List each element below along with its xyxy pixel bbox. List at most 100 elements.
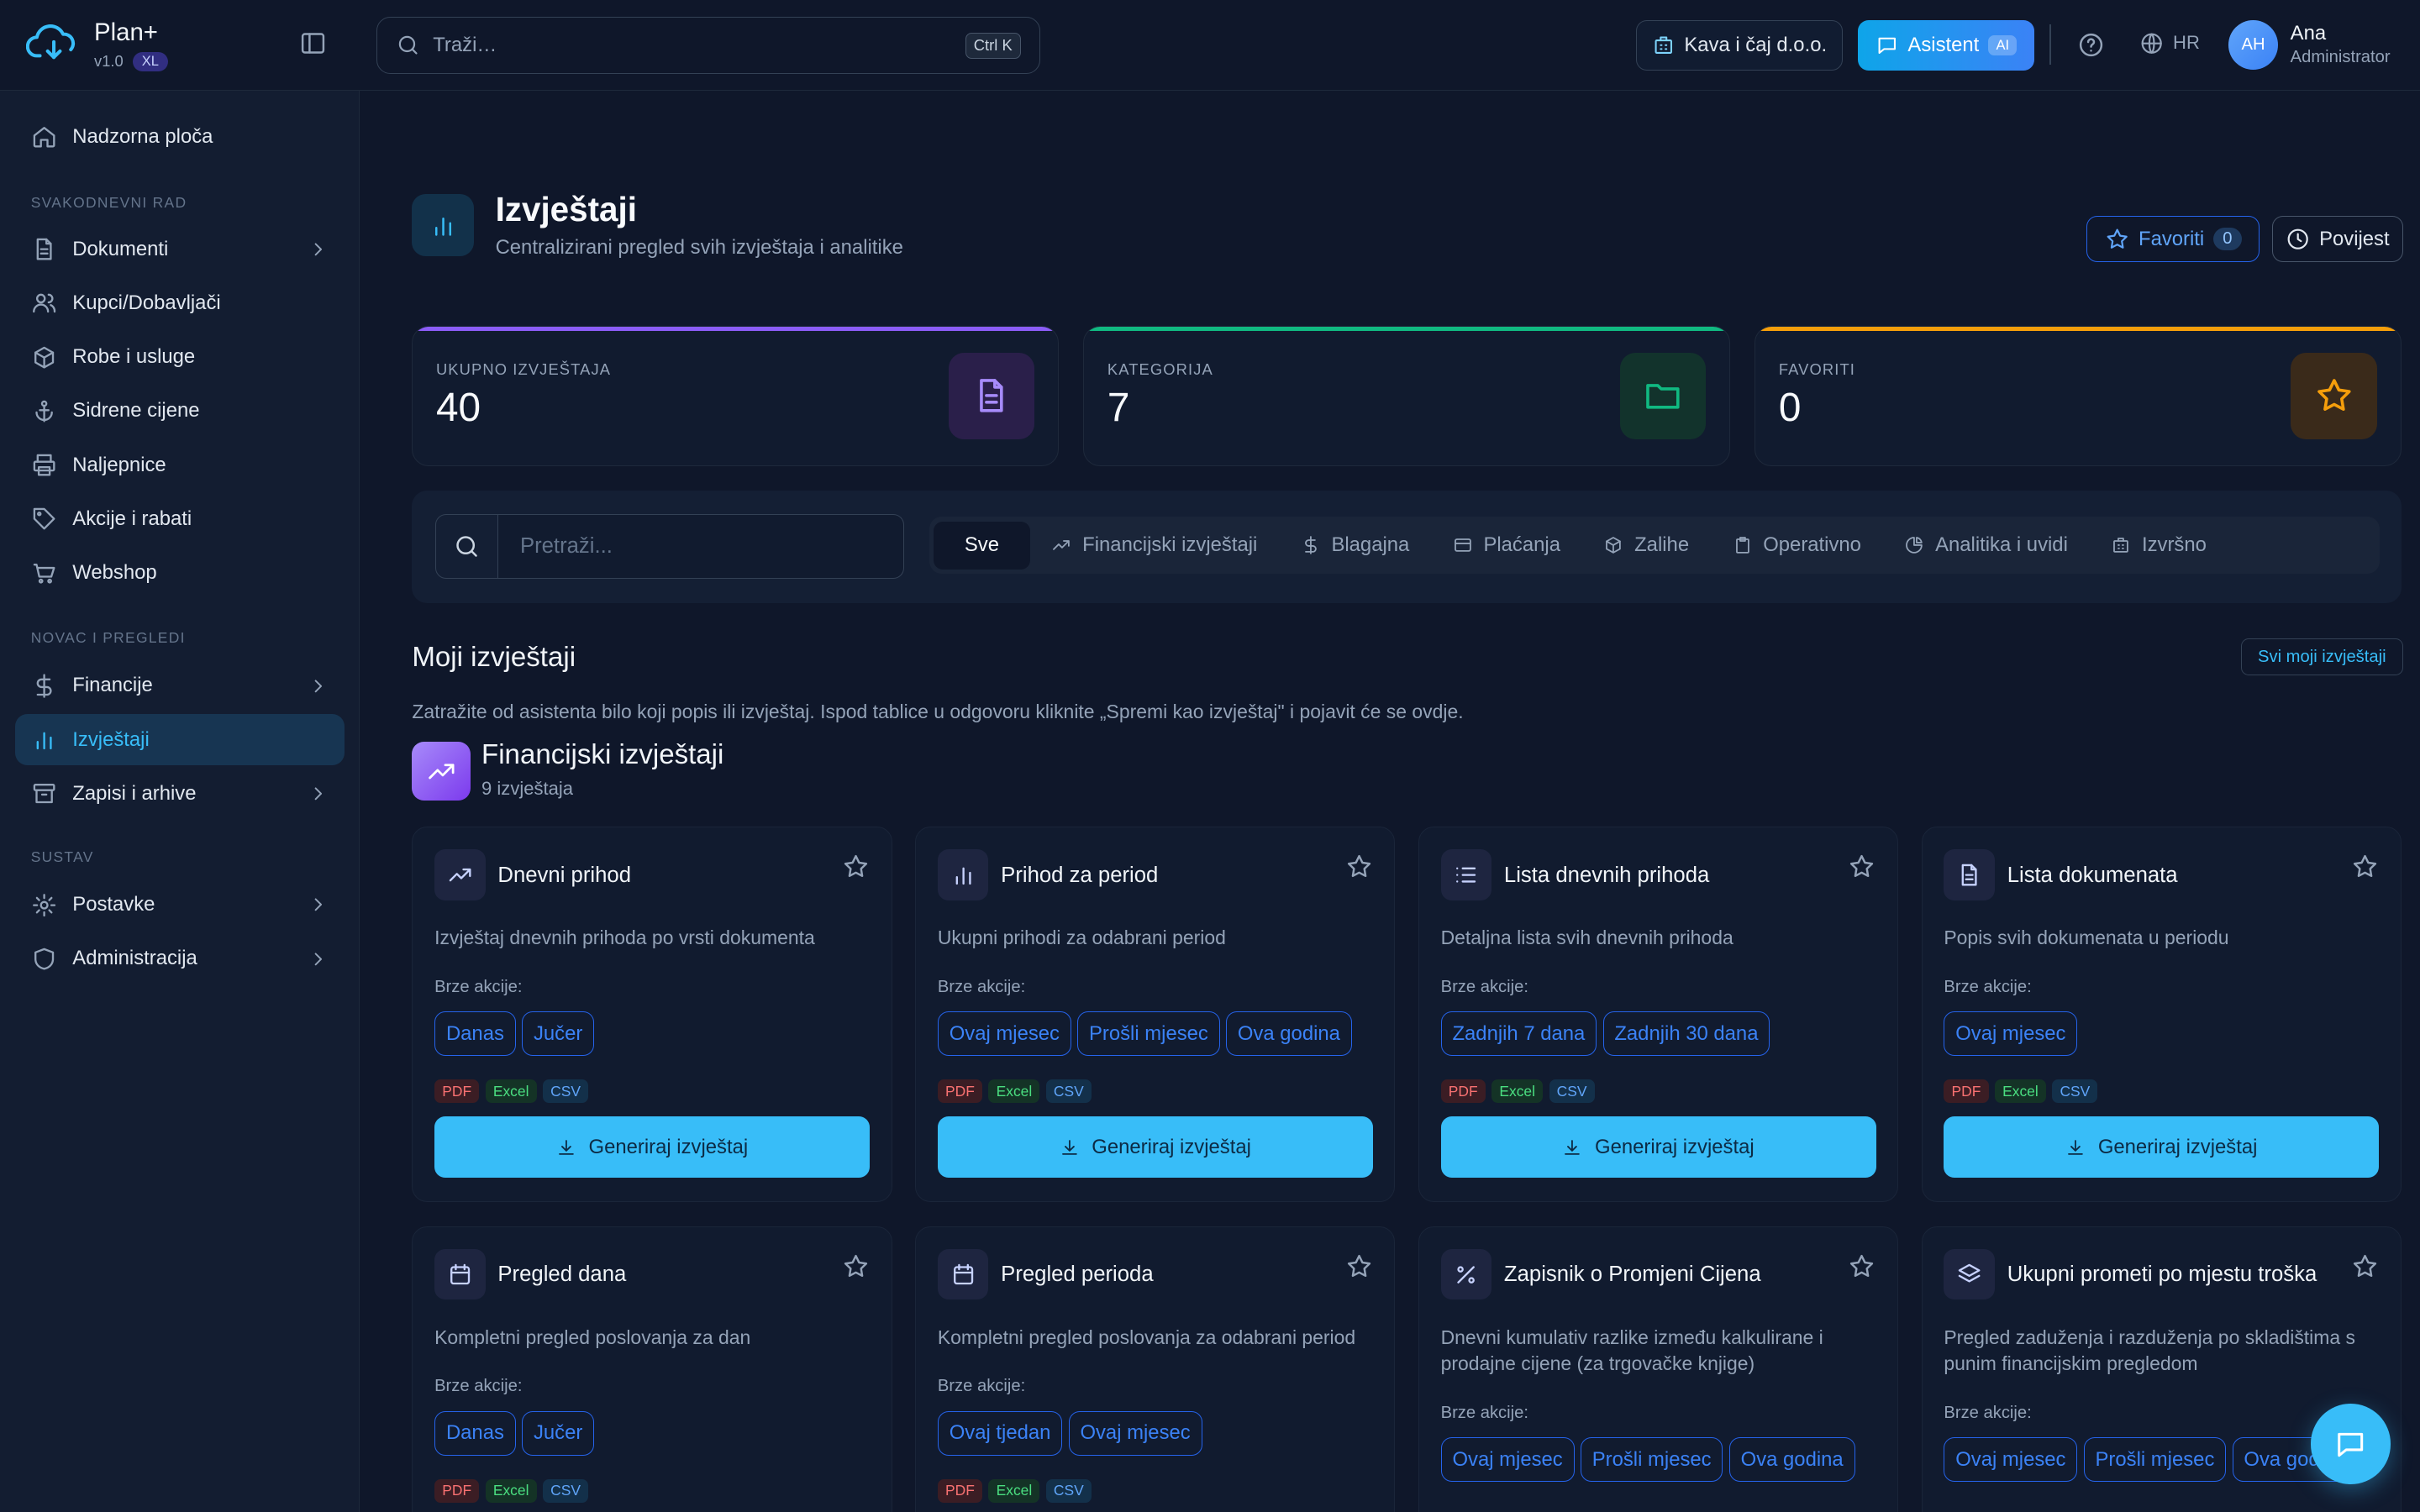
favorite-toggle[interactable] — [1345, 853, 1373, 880]
format-badge-csv: CSV — [542, 1079, 589, 1104]
report-description: Pregled zaduženja i razduženja po skladi… — [1944, 1326, 2355, 1375]
generate-report-button[interactable]: Generiraj izvještaj — [434, 1116, 871, 1179]
generate-report-button[interactable]: Generiraj izvještaj — [937, 1116, 1373, 1179]
sidebar-item-settings[interactable]: Postavke — [15, 879, 344, 931]
sidebar-item-anchor-prices[interactable]: Sidrene cijene — [15, 386, 344, 437]
tab-cashier[interactable]: Blagajna — [1279, 522, 1431, 570]
quick-action-button[interactable]: Ovaj mjesec — [937, 1011, 1071, 1057]
dollar-icon — [1304, 536, 1317, 555]
quick-action-button[interactable]: Jučer — [522, 1011, 595, 1057]
report-search-input[interactable] — [498, 513, 905, 579]
quick-action-button[interactable]: Ovaj mjesec — [1944, 1011, 2078, 1057]
box-icon — [34, 346, 54, 369]
help-button[interactable] — [2077, 31, 2105, 59]
format-badge-pdf: PDF — [937, 1478, 983, 1503]
card-icon — [1454, 538, 1471, 553]
filter-search-button[interactable] — [434, 513, 499, 579]
quick-action-button[interactable]: Ovaj mjesec — [1440, 1436, 1575, 1483]
search-shortcut: Ctrl K — [965, 32, 1021, 59]
quick-action-button[interactable]: Prošli mjesec — [1077, 1011, 1220, 1057]
global-search-input[interactable] — [433, 34, 953, 58]
tab-financial[interactable]: Financijski izvještaji — [1030, 522, 1279, 570]
quick-action-button[interactable]: Ova godina — [1226, 1011, 1352, 1057]
favorite-toggle[interactable] — [1848, 1252, 1876, 1280]
star-icon — [1850, 854, 1874, 877]
sidebar-item-administration[interactable]: Administracija — [15, 933, 344, 984]
tab-executive[interactable]: Izvršno — [2090, 522, 2228, 570]
sidebar-item-labels[interactable]: Naljepnice — [15, 439, 344, 491]
quick-action-button[interactable]: Ovaj mjesec — [1068, 1410, 1202, 1456]
user-menu[interactable]: Ana Administrator — [2291, 22, 2391, 68]
format-badge-csv: CSV — [1045, 1478, 1092, 1503]
report-description: Kompletni pregled poslovanja za dan — [434, 1326, 751, 1348]
tab-analytics[interactable]: Analitika i uvidi — [1883, 522, 2090, 570]
report-description: Izvještaj dnevnih prihoda po vrsti dokum… — [434, 927, 815, 949]
language-selector[interactable]: HR — [2139, 31, 2200, 55]
quick-action-button[interactable]: Jučer — [522, 1410, 595, 1456]
sidebar-item-customers[interactable]: Kupci/Dobavljači — [15, 278, 344, 329]
report-icon-box — [1440, 849, 1492, 900]
star-icon — [1850, 1254, 1874, 1277]
sidebar-item-webshop[interactable]: Webshop — [15, 548, 344, 599]
quick-actions-label: Brze akcije: — [937, 1377, 1026, 1396]
history-button[interactable]: Povijest — [2271, 216, 2403, 263]
box-icon — [1606, 537, 1622, 554]
quick-action-button[interactable]: Prošli mjesec — [2083, 1436, 2227, 1483]
assistant-button[interactable]: Asistent AI — [1858, 19, 2034, 71]
sidebar-item-label: Izvještaji — [72, 727, 150, 751]
sidebar-item-dashboard[interactable]: Nadzorna ploča — [15, 111, 344, 162]
sidebar-item-goods[interactable]: Robe i usluge — [15, 332, 344, 383]
favorite-toggle[interactable] — [2351, 1252, 2379, 1280]
ai-badge: AI — [1988, 35, 2018, 55]
document-icon — [980, 379, 1003, 412]
tab-label: Izvršno — [2142, 533, 2207, 557]
quick-action-button[interactable]: Danas — [434, 1011, 516, 1057]
tab-all[interactable]: Sve — [934, 521, 1030, 570]
chat-fab-button[interactable] — [2310, 1404, 2391, 1484]
format-badge-pdf: PDF — [1440, 1079, 1486, 1104]
generate-report-button[interactable]: Generiraj izvještaj — [1944, 1116, 2380, 1179]
anchor-icon — [35, 400, 53, 423]
quick-action-button[interactable]: Ova godina — [1728, 1436, 1855, 1483]
quick-action-button[interactable]: Ovaj mjesec — [1944, 1436, 2078, 1483]
favorite-toggle[interactable] — [842, 1252, 870, 1280]
quick-action-button[interactable]: Zadnjih 30 dana — [1602, 1011, 1770, 1057]
app-logo[interactable]: Plan+ v1.0 XL — [26, 18, 168, 72]
user-avatar[interactable]: AH — [2228, 19, 2278, 70]
format-badge-csv: CSV — [542, 1478, 589, 1503]
favorites-button[interactable]: Favoriti 0 — [2086, 216, 2260, 263]
report-card: Zapisnik o Promjeni Cijena Dnevni kumula… — [1418, 1226, 1899, 1512]
list-icon — [1456, 867, 1476, 883]
globe-icon — [2141, 33, 2162, 54]
global-search[interactable]: Ctrl K — [376, 17, 1040, 75]
format-badge-csv: CSV — [1549, 1079, 1595, 1104]
tab-operational[interactable]: Operativno — [1711, 522, 1883, 570]
favorite-toggle[interactable] — [1345, 1252, 1373, 1280]
quick-action-button[interactable]: Ovaj tjedan — [937, 1410, 1063, 1456]
sidebar-item-promotions[interactable]: Akcije i rabati — [15, 494, 344, 545]
favorite-toggle[interactable] — [1848, 853, 1876, 880]
generate-report-button[interactable]: Generiraj izvještaj — [1440, 1116, 1876, 1179]
sidebar-item-reports[interactable]: Izvještaji — [15, 714, 345, 765]
favorite-toggle[interactable] — [2351, 853, 2379, 880]
sidebar-item-label: Naljepnice — [72, 453, 166, 476]
sidebar-item-archives[interactable]: Zapisi i arhive — [15, 769, 344, 820]
language-code: HR — [2173, 32, 2200, 54]
stat-accent-bar — [1755, 326, 2401, 332]
report-title: Lista dokumenata — [2007, 863, 2178, 887]
quick-action-button[interactable]: Zadnjih 7 dana — [1440, 1011, 1597, 1057]
report-title: Lista dnevnih prihoda — [1503, 863, 1710, 887]
quick-action-button[interactable]: Prošli mjesec — [1580, 1436, 1723, 1483]
calendar-icon — [953, 1263, 973, 1284]
company-selector-button[interactable]: Kava i čaj d.o.o. — [1635, 19, 1843, 71]
star-icon — [2354, 1254, 2377, 1277]
sidebar-item-documents[interactable]: Dokumenti — [15, 223, 344, 275]
quick-actions-label: Brze akcije: — [434, 977, 523, 996]
favorite-toggle[interactable] — [842, 853, 870, 880]
sidebar-item-finance[interactable]: Financije — [15, 660, 344, 711]
quick-action-button[interactable]: Danas — [434, 1410, 516, 1456]
tab-payments[interactable]: Plaćanja — [1431, 522, 1582, 570]
tab-inventory[interactable]: Zalihe — [1582, 522, 1711, 570]
sidebar-toggle-button[interactable] — [299, 29, 327, 57]
all-my-reports-button[interactable]: Svi moji izvještaji — [2240, 638, 2403, 676]
